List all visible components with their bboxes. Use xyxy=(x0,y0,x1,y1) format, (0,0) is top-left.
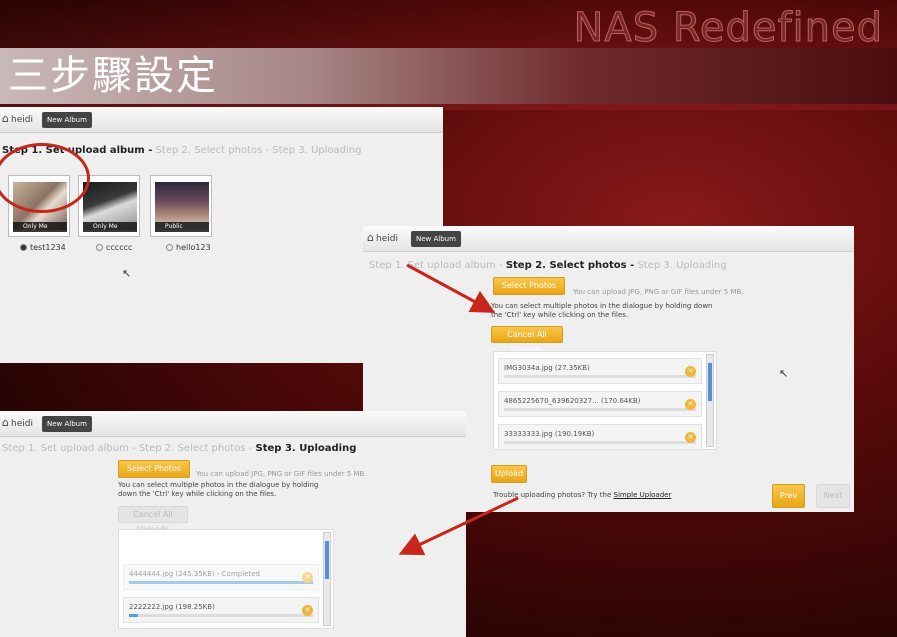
brand-text: NAS Redefined xyxy=(573,5,883,52)
queue-item: 4865225670_639620327... (170.64KB) ✕ xyxy=(498,391,702,417)
help-text: Trouble uploading photos? Try the Simple… xyxy=(493,491,671,499)
queue-item: 33333333.jpg (190.19KB) ✕ xyxy=(498,424,702,450)
simple-uploader-link[interactable]: Simple Uploader xyxy=(614,491,672,499)
album-privacy: Only Me xyxy=(83,222,137,232)
album-privacy: Public xyxy=(155,222,209,232)
home-label: heidi xyxy=(10,115,33,125)
file-size-hint: You can upload JPG, PNG or GIF files und… xyxy=(573,288,744,296)
new-album-button[interactable]: New Album xyxy=(411,231,461,247)
remove-icon[interactable]: ✕ xyxy=(685,399,696,410)
queue-file-name: 2222222.jpg (198.25KB) xyxy=(129,603,215,611)
album-radio[interactable] xyxy=(166,244,173,251)
queue-item: 2222222.jpg (198.25KB) ✕ xyxy=(123,597,319,623)
mouse-cursor-icon: ↖ xyxy=(779,367,789,380)
scrollbar-thumb[interactable] xyxy=(325,541,329,579)
cancel-all-button[interactable]: Cancel All Uploads xyxy=(491,326,563,354)
queue-item: 4444444.jpg (245.35KB) - Completed ✕ xyxy=(123,564,319,590)
multi-select-hint: You can select multiple photos in the di… xyxy=(491,302,713,319)
steps-indicator: Step 1. Set upload album - Step 2. Selec… xyxy=(2,443,356,454)
multi-select-hint: You can select multiple photos in the di… xyxy=(118,481,319,498)
home-link[interactable]: ⌂ heidi xyxy=(2,112,33,125)
home-link[interactable]: ⌂ heidi xyxy=(367,231,398,244)
steps-indicator: Step 1. Set upload album - Step 2. Selec… xyxy=(369,260,727,271)
new-album-button[interactable]: New Album xyxy=(42,112,92,128)
upload-queue: IMG3034a.jpg (27.35KB) ✕ 4865225670_6396… xyxy=(493,351,717,450)
queue-scrollbar[interactable] xyxy=(323,532,331,626)
album-name[interactable]: hello123 xyxy=(166,243,211,252)
queue-file-name: 4444444.jpg (245.35KB) - Completed xyxy=(129,570,260,578)
album-name-text: cccccc xyxy=(106,243,133,252)
remove-icon[interactable]: ✕ xyxy=(302,572,313,583)
scrollbar-thumb[interactable] xyxy=(708,363,712,401)
remove-icon[interactable]: ✕ xyxy=(302,605,313,616)
queue-file-name: 33333333.jpg (190.19KB) xyxy=(504,430,595,438)
file-size-hint: You can upload JPG, PNG or GIF files und… xyxy=(196,470,367,478)
queue-file-name: 4865225670_639620327... (170.64KB) xyxy=(504,397,641,405)
top-bar: ⌂ heidi New Album xyxy=(363,226,854,252)
slide: NAS Redefined 三步驟設定 ⌂ heidi New Album Ste… xyxy=(0,0,897,637)
home-label: heidi xyxy=(375,234,398,244)
album-privacy: Only Me xyxy=(13,222,67,232)
album-name[interactable]: test1234 xyxy=(20,243,66,252)
remove-icon[interactable]: ✕ xyxy=(685,366,696,377)
select-photos-button[interactable]: Select Photos xyxy=(493,277,565,295)
upload-button[interactable]: Upload xyxy=(491,465,527,483)
step2-label: Step 2. Select photos - xyxy=(505,260,635,271)
step2-label: Step 2. Select photos - xyxy=(155,145,270,156)
home-label: heidi xyxy=(10,419,33,429)
progress-bar xyxy=(129,614,313,617)
progress-bar xyxy=(504,375,696,378)
remove-icon[interactable]: ✕ xyxy=(685,432,696,443)
help-prefix: Trouble uploading photos? Try the xyxy=(493,491,612,499)
slide-title: 三步驟設定 xyxy=(8,53,218,99)
album-name-text: test1234 xyxy=(30,243,66,252)
new-album-button[interactable]: New Album xyxy=(42,416,92,432)
home-icon: ⌂ xyxy=(2,416,9,429)
queue-item: IMG3034a.jpg (27.35KB) ✕ xyxy=(498,358,702,384)
album-name-text: hello123 xyxy=(176,243,211,252)
prev-button[interactable]: Prev xyxy=(772,484,805,508)
next-button[interactable]: Next xyxy=(816,484,850,508)
home-link[interactable]: ⌂ heidi xyxy=(2,416,33,429)
step1-label: Step 1. Set upload album - xyxy=(369,260,503,271)
home-icon: ⌂ xyxy=(367,231,374,244)
cancel-all-button[interactable]: Cancel All Uploads xyxy=(118,506,188,534)
queue-file-name: IMG3034a.jpg (27.35KB) xyxy=(504,364,590,372)
progress-bar xyxy=(504,441,696,444)
step3-label: Step 3. Uploading xyxy=(272,145,362,156)
top-bar: ⌂ heidi New Album xyxy=(0,411,466,437)
album-radio[interactable] xyxy=(20,244,27,251)
step2-label: Step 2. Select photos - xyxy=(138,443,253,454)
progress-bar xyxy=(129,581,313,584)
home-icon: ⌂ xyxy=(2,112,9,125)
progress-fill xyxy=(129,581,313,584)
select-photos-button[interactable]: Select Photos xyxy=(118,460,190,478)
step3-label: Step 3. Uploading xyxy=(637,260,727,271)
queue-scrollbar[interactable] xyxy=(706,354,714,447)
top-bar: ⌂ heidi New Album xyxy=(0,107,443,133)
step3-label: Step 3. Uploading xyxy=(255,443,357,454)
progress-bar xyxy=(504,408,696,411)
album-card[interactable]: Public xyxy=(150,175,212,237)
album-radio[interactable] xyxy=(96,244,103,251)
panel-step3: ⌂ heidi New Album Step 1. Set upload albu… xyxy=(0,411,466,637)
album-name[interactable]: cccccc xyxy=(96,243,132,252)
progress-fill xyxy=(129,614,139,617)
upload-queue: 4444444.jpg (245.35KB) - Completed ✕ 222… xyxy=(118,529,334,629)
step1-label: Step 1. Set upload album - xyxy=(2,443,136,454)
mouse-cursor-icon: ↖ xyxy=(122,267,132,280)
